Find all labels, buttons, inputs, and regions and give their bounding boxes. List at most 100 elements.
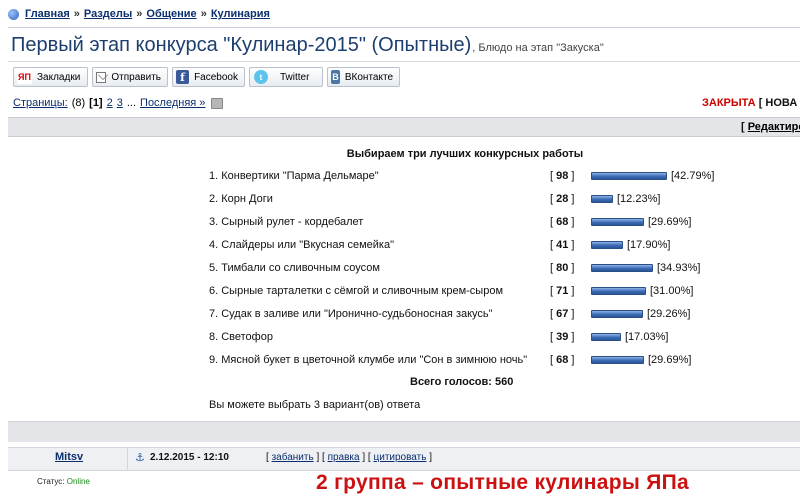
send-button[interactable]: Отправить [92,67,168,87]
bookmarks-button[interactable]: ЯП Закладки [13,67,88,87]
send-label: Отправить [111,71,161,83]
poll-footer-bar [8,421,800,442]
breadcrumb-separator: » [136,8,143,20]
status-bracket: [ [758,97,763,109]
poll-option-percent: [17.90%] [627,239,671,251]
twitter-button[interactable]: t Twitter [249,67,323,87]
poll-result-bar [591,333,621,341]
envelope-icon [96,71,107,83]
topic-description: , Блюдо на этап "Закуска" [472,42,604,54]
poll-option-label: 3. Сырный рулет - кордебалет [209,216,364,228]
forum-globe-icon [8,8,19,20]
poll-option-votes: [ 28 ] [550,193,575,205]
poll-option-percent: [31.00%] [650,285,694,297]
poll-question: Выбираем три лучших конкурсных работы [346,148,584,160]
poll-option-percent: [17.03%] [625,331,669,343]
post-author[interactable]: Mitsv [55,451,83,463]
breadcrumb-cooking[interactable]: Кулинария [211,8,270,20]
breadcrumb-separator: » [73,8,80,20]
poll-option-votes: [ 80 ] [550,262,575,274]
poll-option-percent: [29.69%] [648,354,692,366]
twitter-icon: t [254,70,268,84]
twitter-label: Twitter [280,71,310,83]
poll-option-votes: [ 67 ] [550,308,575,320]
poll-option-votes: [ 68 ] [550,216,575,228]
breadcrumb-general[interactable]: Общение [146,8,196,20]
vkontakte-button[interactable]: В ВКонтакте [327,67,400,87]
facebook-label: Facebook [194,71,238,83]
post-actions: [ забанить ] [ правка ] [ цитировать ] [266,452,432,463]
pagination: Страницы: (8) [1] 2 3 ... Последняя » [13,97,224,109]
user-status: Статус: Online [37,477,90,486]
poll-vote-count: 68 [556,354,569,366]
poll-option-label: 7. Судак в заливе или "Иронично-судьбоно… [209,308,493,320]
divider [127,447,128,470]
poll-option-percent: [29.26%] [647,308,691,320]
poll-option-votes: [ 68 ] [550,354,575,366]
yaplakal-icon: ЯП [17,70,32,84]
poll-result-bar [591,264,653,272]
topic-closed-label: ЗАКРЫТА [702,97,756,109]
ban-link[interactable]: забанить [272,452,314,463]
quote-link[interactable]: цитировать [374,452,427,463]
bookmarks-label: Закладки [37,71,81,83]
share-toolbar: ЯП Закладки Отправить f Facebook t Twitt… [13,67,400,87]
post-anchor-icon[interactable]: ⚓ [135,451,145,464]
poll-option-label: 2. Корн Доги [209,193,273,205]
poll-header-bar: [ Редактиро [8,117,800,137]
poll-result-bar [591,195,613,203]
topic-title: Первый этап конкурса "Кулинар-2015" (Опы… [11,34,604,57]
edit-poll: [ Редактиро [741,121,800,133]
edit-post-link[interactable]: правка [328,452,360,463]
vkontakte-label: ВКонтакте [344,71,393,83]
poll-option-percent: [42.79%] [671,170,715,182]
poll-option-label: 8. Светофор [209,331,273,343]
divider [8,27,800,28]
breadcrumb-home[interactable]: Главная [25,8,70,20]
pages-ellipsis: ... [126,97,137,109]
pages-label[interactable]: Страницы: [13,97,68,109]
current-page: [1] [89,97,103,109]
page-link-2[interactable]: 2 [107,97,113,109]
status-label: Статус: [37,477,65,486]
poll-vote-count: 68 [556,216,569,228]
breadcrumb: Главная » Разделы » Общение » Кулинария [8,6,270,22]
page-jump-icon[interactable] [211,97,224,109]
poll-result-bar [591,287,646,295]
breadcrumb-separator: » [200,8,207,20]
poll-option-label: 6. Сырные тарталетки с сёмгой и сливочны… [209,285,504,297]
breadcrumb-sections[interactable]: Разделы [84,8,132,20]
poll-note: Вы можете выбрать 3 вариант(ов) ответа [209,399,421,411]
status-online: Online [66,477,90,486]
page-link-3[interactable]: 3 [117,97,123,109]
topic-status: ЗАКРЫТА [ НОВА [702,97,797,109]
poll-total-votes: Всего голосов: 560 [410,376,514,388]
edit-bracket: [ [741,121,745,133]
poll-result-bar [591,241,623,249]
pages-count: (8) [71,97,86,109]
poll-option-votes: [ 98 ] [550,170,575,182]
poll-option-label: 4. Слайдеры или "Вкусная семейка" [209,239,395,251]
poll-result-bar [591,218,644,226]
poll-option-label: 5. Тимбали со сливочным соусом [209,262,380,274]
poll-result-bar [591,356,644,364]
poll-vote-count: 28 [556,193,569,205]
poll-option-votes: [ 41 ] [550,239,575,251]
poll-vote-count: 67 [556,308,569,320]
overlay-caption: 2 группа – опытные кулинары ЯПа [316,471,690,494]
facebook-button[interactable]: f Facebook [172,67,245,87]
facebook-icon: f [176,70,190,84]
poll-option-percent: [34.93%] [657,262,701,274]
topic-title-main: Первый этап конкурса "Кулинар-2015" (Опы… [11,34,472,56]
poll-result-bar [591,172,667,180]
new-topic-link[interactable]: НОВА [765,97,797,109]
poll-option-votes: [ 71 ] [550,285,575,297]
poll-vote-count: 98 [556,170,569,182]
poll-option-label: 9. Мясной букет в цветочной клумбе или "… [209,354,528,366]
poll-option-percent: [29.69%] [648,216,692,228]
edit-poll-link[interactable]: Редактиро [748,121,800,133]
poll-option-percent: [12.23%] [617,193,661,205]
poll-option-label: 1. Конвертики "Парма Дельмаре" [209,170,379,182]
poll-vote-count: 41 [556,239,569,251]
last-page-link[interactable]: Последняя » [140,97,205,109]
